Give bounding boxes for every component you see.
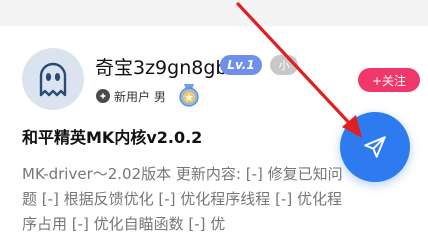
user-tag-text: 新用户 男 xyxy=(114,89,166,104)
send-icon xyxy=(364,136,386,158)
medal-icon xyxy=(179,84,199,107)
top-strip xyxy=(0,0,428,26)
username[interactable]: 奇宝3z9gn8gb xyxy=(95,53,227,80)
secondary-badge: 小 xyxy=(270,55,298,75)
post-title[interactable]: 和平精英MK内核v2.0.2 xyxy=(22,124,202,148)
post-body[interactable]: MK-driver～2.02版本 更新内容: [-] 修复已知问题 [-] 根据… xyxy=(22,162,344,237)
user-avatar[interactable] xyxy=(22,48,84,110)
follow-button[interactable]: +关注 xyxy=(358,68,420,92)
level-badge: Lv.1 xyxy=(220,55,262,75)
ghost-avatar-icon xyxy=(39,62,67,97)
user-tags: 新用户 男 xyxy=(96,86,166,106)
send-fab-button[interactable] xyxy=(340,112,410,182)
new-user-icon xyxy=(96,89,110,103)
